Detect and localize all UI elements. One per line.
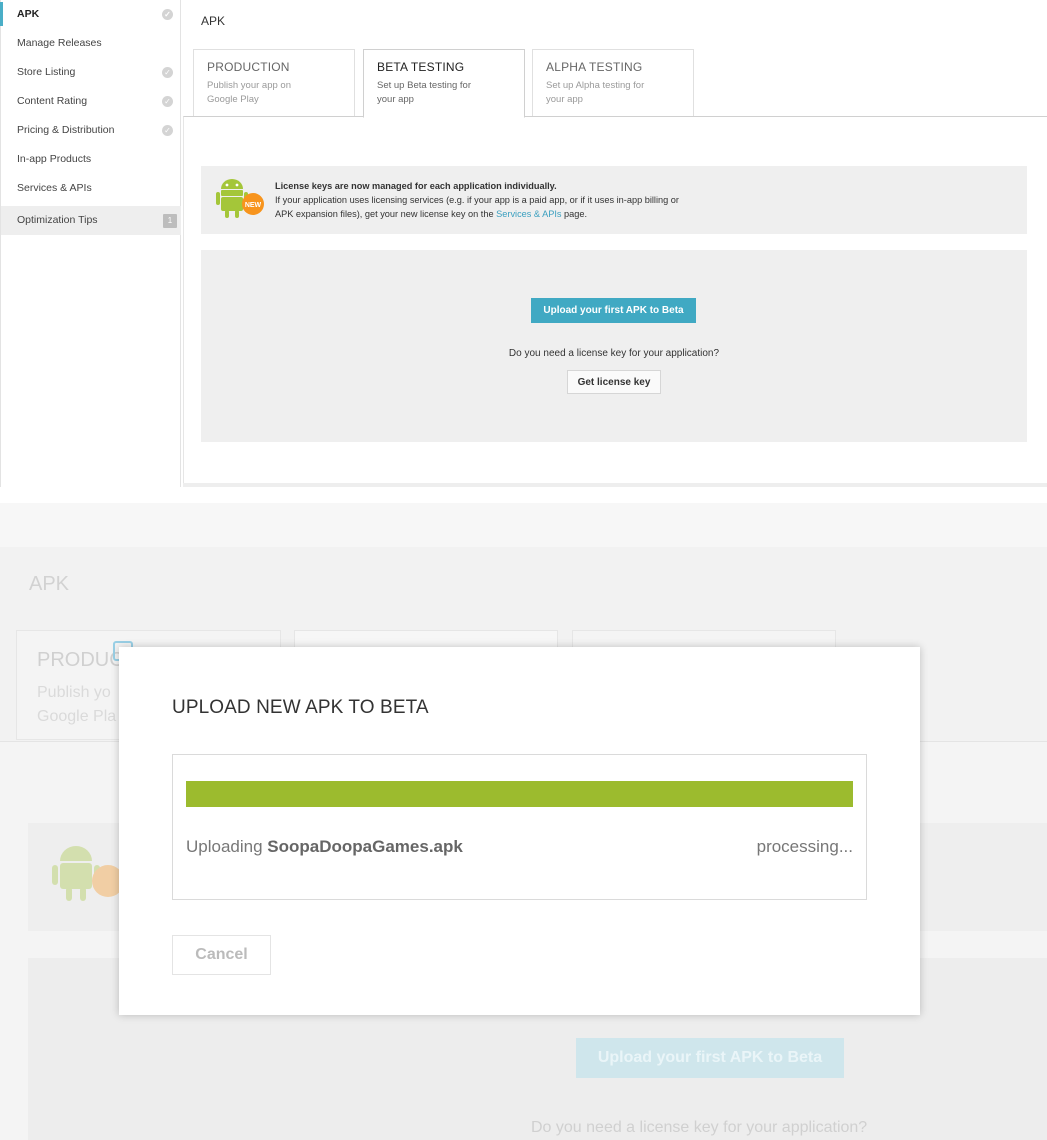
android-new-icon: NEW [216, 179, 264, 218]
sidebar-item-label: Content Rating [17, 95, 88, 107]
sidebar-item-label: Pricing & Distribution [17, 124, 115, 136]
upload-progress-box: Uploading SoopaDoopaGames.apk processing… [172, 754, 867, 900]
upload-apk-button[interactable]: Upload your first APK to Beta [531, 298, 696, 323]
processing-status: processing... [756, 837, 853, 856]
sidebar-item-label: Manage Releases [17, 37, 102, 49]
notice-text-part: page. [561, 209, 588, 219]
check-circle-icon: ✓ [162, 9, 173, 20]
tab-description: Publish your app on Google Play [207, 80, 291, 105]
progress-fill [186, 781, 853, 807]
progress-bar [186, 781, 853, 807]
notice-line: APK expansion files), get your new licen… [275, 207, 679, 221]
notice-heading: License keys are now managed for each ap… [275, 181, 557, 191]
dimmed-page-title: APK [29, 573, 70, 595]
check-circle-icon: ✓ [162, 67, 173, 78]
page-title: APK [201, 14, 226, 28]
sidebar-item-label: Optimization Tips [17, 214, 98, 226]
license-notice: NEW License keys are now managed for eac… [201, 166, 1027, 234]
license-question: Do you need a license key for your appli… [508, 348, 720, 359]
tab-description: Set up Alpha testing for your app [546, 80, 645, 105]
check-circle-icon: ✓ [162, 125, 173, 136]
file-name: SoopaDoopaGames.apk [267, 837, 463, 856]
cancel-button[interactable]: Cancel [172, 935, 271, 975]
tab-description: Set up Beta testing for your app [377, 80, 472, 105]
tab-production[interactable]: PRODUCTION Publish your app on Google Pl… [193, 49, 355, 117]
services-apis-link[interactable]: Services & APIs [496, 209, 561, 219]
dimmed-tab-description: Publish yo Google Pla [37, 681, 116, 729]
apk-page: APK ✓ Manage Releases Store Listing ✓ Co… [0, 0, 1047, 487]
divider [183, 483, 1047, 487]
uploading-prefix: Uploading [186, 837, 268, 856]
dimmed-tab-desc-line: Google Pla [37, 708, 117, 725]
sidebar-item-in-app-products[interactable]: In-app Products [1, 145, 180, 174]
upload-area [201, 250, 1027, 442]
notice-text-part: APK expansion files), get your new licen… [275, 209, 497, 219]
sidebar-item-label: Services & APIs [17, 182, 92, 194]
count-badge: 1 [163, 214, 177, 228]
notice-line: If your application uses licensing servi… [275, 195, 679, 205]
tab-beta-testing[interactable]: BETA TESTING Set up Beta testing for you… [363, 49, 525, 118]
upload-modal: UPLOAD NEW APK TO BETA Uploading SoopaDo… [119, 647, 920, 1015]
notice-text: License keys are now managed for each ap… [275, 179, 679, 221]
sidebar: APK ✓ Manage Releases Store Listing ✓ Co… [0, 0, 181, 487]
sidebar-item-label: Store Listing [17, 66, 76, 78]
tab-label: PRODUCTION [207, 60, 290, 74]
sidebar-item-label: APK [17, 8, 40, 20]
android-new-icon [52, 846, 124, 901]
dimmed-tab-desc-line: Publish yo [37, 684, 111, 701]
dimmed-upload-button: Upload your first APK to Beta [576, 1038, 844, 1078]
sidebar-item-content-rating[interactable]: Content Rating ✓ [1, 87, 180, 116]
dimmed-license-question: Do you need a license key for your appli… [531, 1119, 868, 1136]
modal-title: UPLOAD NEW APK TO BETA [172, 697, 429, 718]
sidebar-item-label: In-app Products [17, 153, 92, 165]
sidebar-item-manage-releases[interactable]: Manage Releases [1, 29, 180, 58]
sidebar-item-apk[interactable]: APK ✓ [0, 0, 180, 29]
sidebar-item-pricing-distribution[interactable]: Pricing & Distribution ✓ [1, 116, 180, 145]
sidebar-item-services-apis[interactable]: Services & APIs [1, 174, 180, 203]
upload-dialog-view: APK PRODUC Publish yo Google Pla Upload … [0, 503, 1047, 1140]
get-license-key-button[interactable]: Get license key [567, 370, 661, 394]
new-badge-text: NEW [245, 202, 262, 209]
tab-label: ALPHA TESTING [546, 60, 643, 74]
sidebar-item-optimization-tips[interactable]: Optimization Tips 1 [1, 206, 181, 235]
dimmed-tab-label: PRODUC [37, 649, 124, 671]
sidebar-item-store-listing[interactable]: Store Listing ✓ [1, 58, 180, 87]
dimmed-header [0, 503, 1047, 547]
upload-status-text: Uploading SoopaDoopaGames.apk [186, 837, 463, 857]
tab-alpha-testing[interactable]: ALPHA TESTING Set up Alpha testing for y… [532, 49, 694, 117]
tab-label: BETA TESTING [377, 60, 465, 74]
check-circle-icon: ✓ [162, 96, 173, 107]
